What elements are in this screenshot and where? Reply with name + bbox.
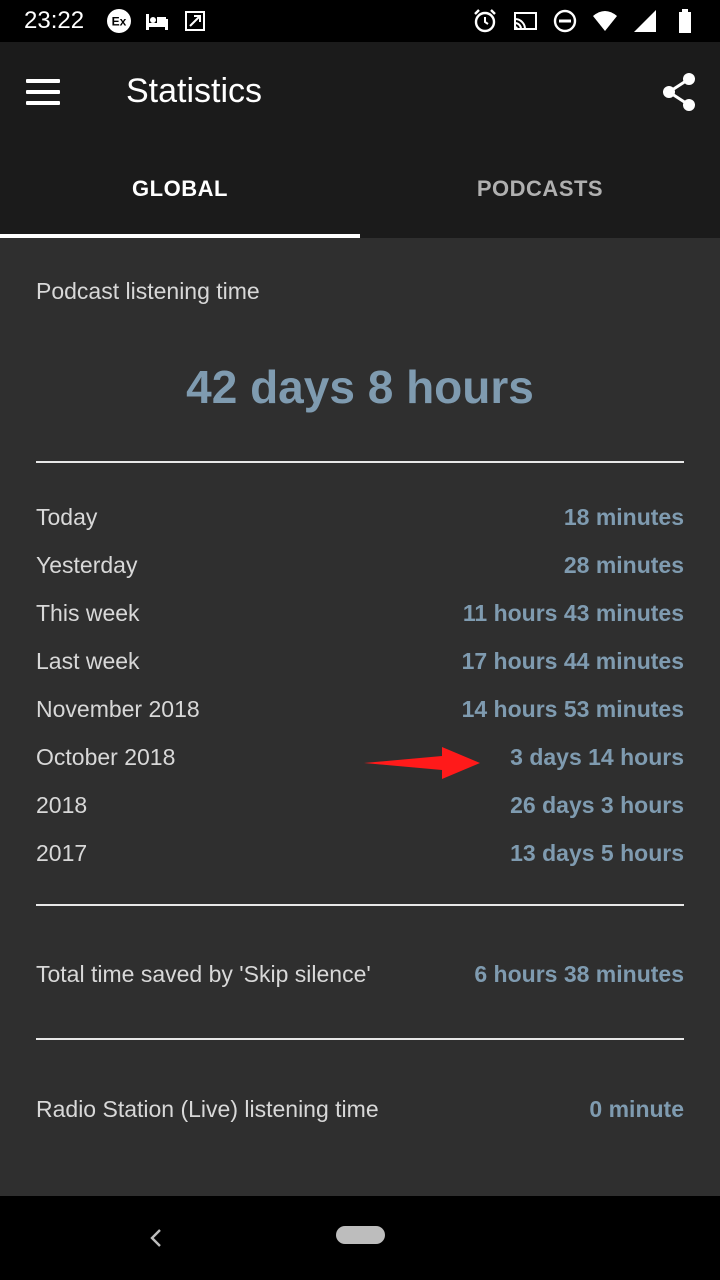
- stat-value: 3 days 14 hours: [510, 743, 684, 770]
- wifi-icon: [592, 8, 618, 34]
- svg-text:Ex: Ex: [112, 15, 127, 29]
- stat-row-2017: 2017 13 days 5 hours: [36, 833, 684, 873]
- status-right-icons: [472, 8, 698, 34]
- skip-silence-row: Total time saved by 'Skip silence' 6 hou…: [36, 954, 684, 994]
- stat-label: 2017: [36, 839, 88, 866]
- alarm-icon: [472, 8, 498, 34]
- stat-value: 14 hours 53 minutes: [461, 695, 684, 722]
- hotel-icon: [144, 8, 170, 34]
- screenshot-icon: [182, 8, 208, 34]
- status-left-icons: Ex: [106, 8, 208, 34]
- stat-value: 18 minutes: [563, 503, 684, 530]
- page-title: Statistics: [126, 72, 263, 110]
- section-title: Podcast listening time: [36, 278, 260, 304]
- stat-value: 17 hours 44 minutes: [461, 647, 684, 674]
- stat-label: Yesterday: [36, 551, 138, 578]
- signal-icon: [632, 8, 658, 34]
- status-time: 23:22: [24, 7, 85, 34]
- skip-silence-value: 6 hours 38 minutes: [474, 960, 684, 987]
- skip-silence-label: Total time saved by 'Skip silence': [36, 960, 371, 987]
- tab-global-label: GLOBAL: [132, 176, 228, 201]
- app-bar: Statistics: [0, 42, 720, 140]
- back-icon[interactable]: [142, 1220, 170, 1256]
- tab-podcasts[interactable]: PODCASTS: [360, 140, 720, 238]
- share-icon[interactable]: [658, 70, 702, 114]
- stat-label: Last week: [36, 647, 140, 674]
- stat-label: November 2018: [36, 695, 200, 722]
- stat-value: 11 hours 43 minutes: [462, 599, 684, 626]
- radio-listening-value: 0 minute: [589, 1095, 684, 1122]
- stat-label: 2018: [36, 791, 88, 818]
- home-pill-icon[interactable]: [336, 1226, 385, 1244]
- statistics-content[interactable]: Podcast listening time 42 days 8 hours T…: [0, 238, 720, 1196]
- stat-row-today: Today 18 minutes: [36, 497, 684, 537]
- stat-row-this-week: This week 11 hours 43 minutes: [36, 593, 684, 633]
- total-listening-time: 42 days 8 hours: [186, 361, 534, 413]
- stat-value: 13 days 5 hours: [510, 839, 684, 866]
- divider: [36, 904, 684, 906]
- dnd-icon: [552, 8, 578, 34]
- stat-row-2018: 2018 26 days 3 hours: [36, 785, 684, 825]
- stat-label: Today: [36, 503, 98, 530]
- radio-listening-row: Radio Station (Live) listening time 0 mi…: [36, 1089, 684, 1129]
- radio-listening-label: Radio Station (Live) listening time: [36, 1095, 379, 1122]
- tab-bar: GLOBAL PODCASTS: [0, 140, 720, 238]
- tab-podcasts-label: PODCASTS: [476, 176, 604, 201]
- annotation-arrow-icon: [364, 743, 480, 783]
- stat-row-november-2018: November 2018 14 hours 53 minutes: [36, 689, 684, 729]
- stat-value: 28 minutes: [563, 551, 684, 578]
- stat-value: 26 days 3 hours: [510, 791, 684, 818]
- divider: [36, 461, 684, 463]
- divider: [36, 1038, 684, 1040]
- stat-row-october-2018: October 2018 3 days 14 hours: [36, 737, 684, 777]
- stat-label: October 2018: [36, 743, 176, 770]
- stat-row-last-week: Last week 17 hours 44 minutes: [36, 641, 684, 681]
- battery-icon: [672, 8, 698, 34]
- stat-row-yesterday: Yesterday 28 minutes: [36, 545, 684, 585]
- system-nav-bar: [0, 1196, 720, 1280]
- menu-icon[interactable]: [26, 70, 72, 114]
- cast-icon: [512, 8, 538, 34]
- stat-label: This week: [36, 599, 140, 626]
- exchange-icon: Ex: [106, 8, 132, 34]
- status-bar: 23:22 Ex: [0, 0, 720, 42]
- tab-global[interactable]: GLOBAL: [0, 140, 360, 238]
